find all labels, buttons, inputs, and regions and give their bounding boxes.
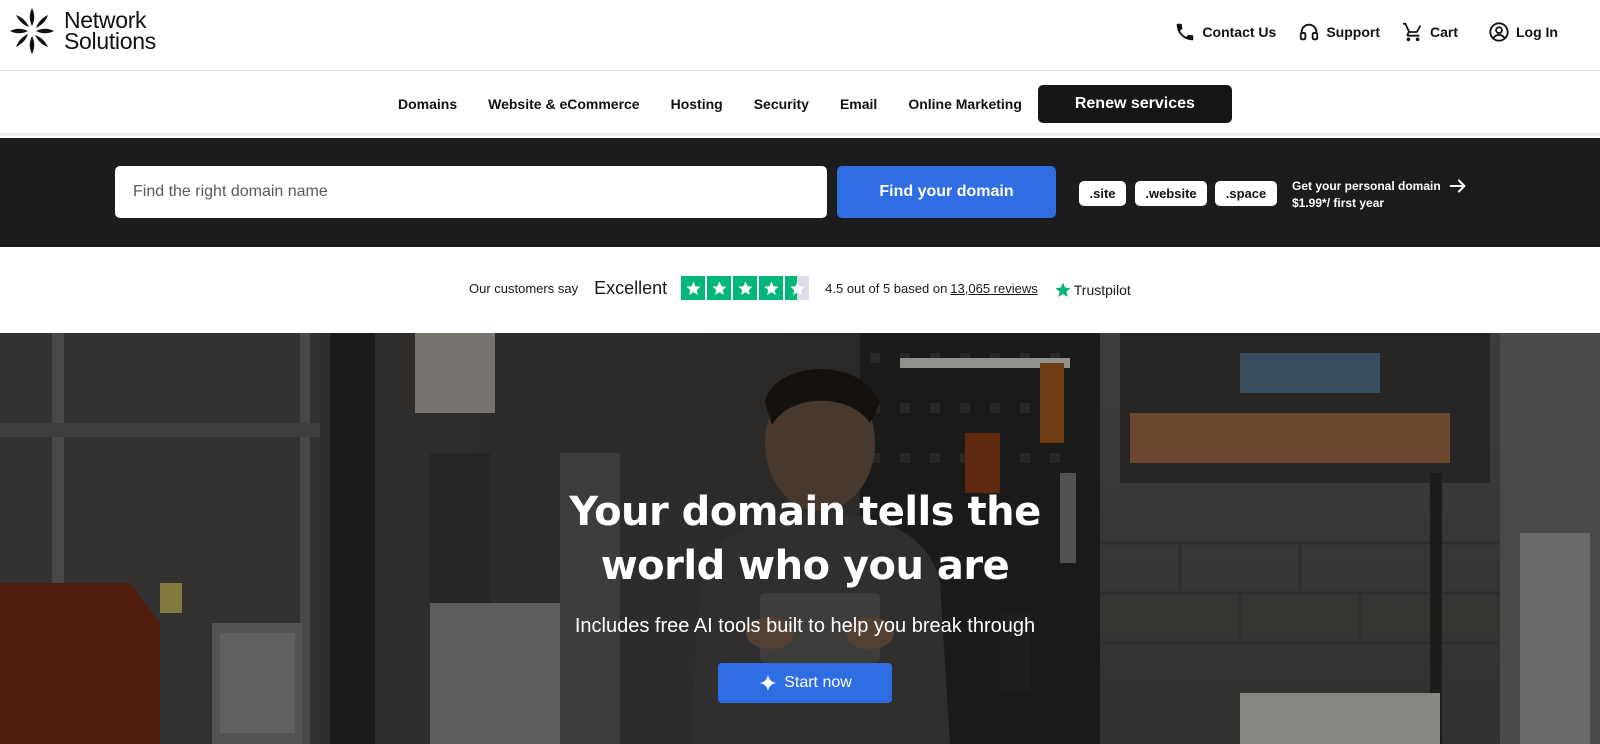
arrow-right-icon[interactable]: [1447, 175, 1469, 197]
star-icon: [759, 276, 784, 300]
trust-score: 4.5 out of 5 based on 13,065 reviews: [825, 281, 1038, 296]
star-rating: [681, 276, 811, 300]
tld-pill-space[interactable]: .space: [1215, 181, 1277, 206]
hero-title-line1: Your domain tells the: [569, 489, 1041, 535]
contact-us-label: Contact Us: [1202, 24, 1277, 40]
top-bar: Network Solutions Contact Us Support Car…: [0, 0, 1600, 71]
hero-subtitle: Includes free AI tools built to help you…: [574, 615, 1036, 637]
domain-search-input[interactable]: [115, 166, 827, 218]
tld-pill-site[interactable]: .site: [1079, 181, 1126, 206]
renew-services-button[interactable]: Renew services: [1037, 85, 1232, 123]
cart-icon: [1402, 22, 1422, 42]
score-text: 4.5 out of 5 based on: [825, 280, 948, 296]
utility-nav: Contact Us Support Cart Log In: [1152, 18, 1558, 46]
personal-domain-promo[interactable]: Get your personal domain $1.99*/ first y…: [1292, 178, 1472, 212]
promo-line2: $1.99*/ first year: [1292, 196, 1385, 210]
sparkle-icon: [759, 674, 777, 692]
nav-item-hosting[interactable]: Hosting: [671, 96, 723, 112]
trustpilot-bar: Our customers say Excellent 4.5 out of 5…: [0, 247, 1600, 333]
trustpilot-brand: Trustpilot: [1073, 282, 1131, 298]
customers-say-text: Our customers say: [469, 280, 579, 296]
nav-item-online-marketing[interactable]: Online Marketing: [908, 96, 1022, 112]
star-icon: [733, 276, 758, 300]
logo-text: Network Solutions: [64, 9, 156, 54]
cart-link[interactable]: Cart: [1402, 21, 1458, 43]
logo-text-line2: Solutions: [64, 28, 156, 54]
star-icon: [707, 276, 732, 300]
start-now-button[interactable]: Start now: [718, 663, 892, 703]
find-domain-button[interactable]: Find your domain: [837, 166, 1056, 218]
nav-item-domains[interactable]: Domains: [398, 96, 457, 112]
logo-mark-icon: [10, 8, 54, 54]
hero-title: Your domain tells the world who you are: [0, 485, 1600, 593]
nav-item-email[interactable]: Email: [840, 96, 877, 112]
tld-pill-website[interactable]: .website: [1135, 181, 1207, 206]
headset-icon: [1300, 23, 1319, 41]
promo-line1: Get your personal domain: [1292, 179, 1441, 193]
star-icon: [681, 276, 706, 300]
trustpilot-star-icon: [1055, 282, 1071, 297]
support-link[interactable]: Support: [1298, 21, 1380, 43]
hero-section: Your domain tells the world who you are …: [0, 333, 1600, 744]
start-now-label: Start now: [784, 674, 852, 691]
contact-us-link[interactable]: Contact Us: [1174, 21, 1276, 43]
log-in-link[interactable]: Log In: [1488, 21, 1558, 43]
log-in-label: Log In: [1516, 24, 1558, 40]
hero-title-line2: world who you are: [600, 543, 1010, 589]
main-nav: Domains Website & eCommerce Hosting Secu…: [0, 71, 1600, 136]
nav-item-security[interactable]: Security: [754, 96, 809, 112]
reviews-link[interactable]: 13,065 reviews: [950, 281, 1037, 296]
support-label: Support: [1326, 24, 1380, 40]
network-solutions-logo[interactable]: Network Solutions: [8, 6, 156, 56]
phone-icon: [1177, 23, 1194, 41]
rating-word: Excellent: [594, 277, 668, 298]
trustpilot-logo[interactable]: Trustpilot: [1054, 281, 1131, 299]
user-circle-icon: [1489, 22, 1509, 42]
half-star-icon: [785, 276, 810, 300]
cart-label: Cart: [1429, 24, 1458, 40]
domain-search-band: Find your domain .site .website .space G…: [0, 138, 1600, 247]
nav-item-website-ecommerce[interactable]: Website & eCommerce: [488, 96, 639, 112]
